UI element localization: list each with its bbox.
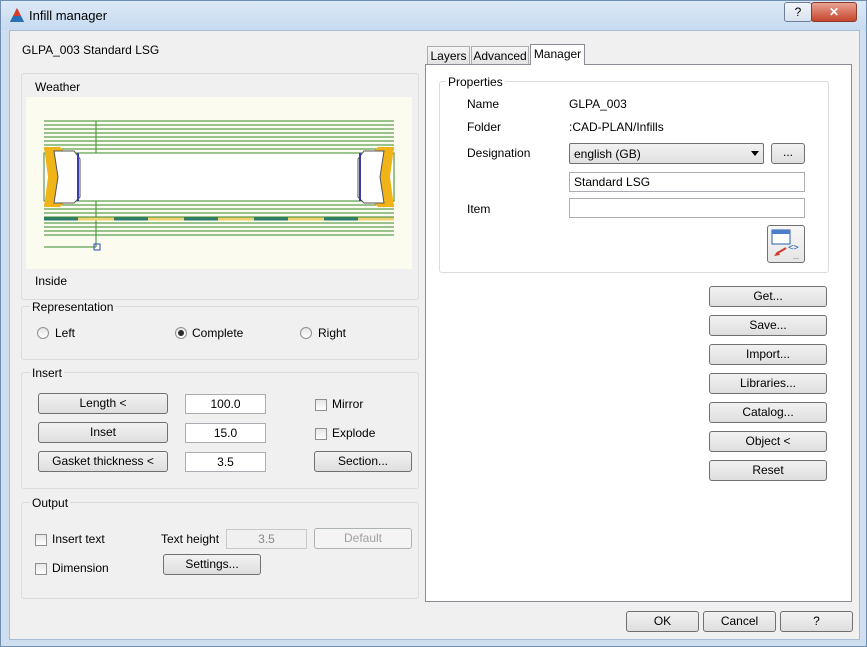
ok-button-label: OK	[653, 614, 672, 628]
object-button[interactable]: Object <	[709, 431, 827, 452]
designation-select[interactable]: english (GB)	[569, 143, 764, 164]
app-logo-icon	[10, 8, 24, 22]
radio-complete[interactable]	[175, 327, 187, 339]
svg-text:<>: <>	[788, 243, 799, 253]
designation-text-input[interactable]: Standard LSG	[569, 172, 805, 192]
output-group: Output Insert text Text height 3.5 Defau…	[21, 496, 419, 599]
folder-label: Folder	[467, 120, 502, 134]
cancel-button-label: Cancel	[720, 614, 759, 628]
infill-title: GLPA_003 Standard LSG	[22, 43, 160, 57]
text-height-label: Text height	[161, 532, 220, 546]
preview-bottom-label: Inside	[35, 274, 68, 288]
title-help-button[interactable]: ?	[784, 2, 812, 22]
radio-right-label: Right	[318, 326, 347, 340]
explode-checkbox[interactable]	[315, 428, 327, 440]
folder-value: :CAD-PLAN/Infills	[569, 120, 664, 134]
title-bar[interactable]: Infill manager ? ✕	[1, 1, 866, 30]
section-button-label: Section...	[337, 454, 389, 468]
settings-button-label: Settings...	[185, 557, 239, 571]
default-button[interactable]: Default	[314, 528, 412, 549]
radio-right[interactable]	[300, 327, 312, 339]
catalog-button[interactable]: Catalog...	[709, 402, 827, 423]
import-button-label: Import...	[745, 347, 790, 361]
infill-section-preview	[26, 97, 412, 269]
item-label: Item	[467, 202, 491, 216]
properties-title: Properties	[446, 75, 505, 89]
get-button[interactable]: Get...	[709, 286, 827, 307]
inset-input[interactable]: 15.0	[185, 423, 266, 443]
inset-button[interactable]: Inset	[38, 422, 168, 443]
get-button-label: Get...	[753, 289, 783, 303]
cancel-button[interactable]: Cancel	[703, 611, 776, 632]
libraries-button[interactable]: Libraries...	[709, 373, 827, 394]
radio-left[interactable]	[37, 327, 49, 339]
length-button-label: Length <	[79, 396, 127, 410]
manager-tab-panel: Properties Name GLPA_003 Folder :CAD-PLA…	[425, 64, 852, 602]
explode-label: Explode	[332, 426, 376, 440]
properties-group: Properties Name GLPA_003 Folder :CAD-PLA…	[439, 75, 829, 273]
ok-button[interactable]: OK	[626, 611, 699, 632]
insert-title: Insert	[30, 366, 65, 380]
inset-button-label: Inset	[89, 425, 116, 439]
reset-button-label: Reset	[752, 463, 784, 477]
preview-top-label: Weather	[35, 80, 81, 94]
name-value: GLPA_003	[569, 97, 627, 111]
import-button[interactable]: Import...	[709, 344, 827, 365]
libraries-button-label: Libraries...	[739, 376, 797, 390]
tab-advanced[interactable]: Advanced	[471, 46, 529, 64]
radio-left-label: Left	[55, 326, 76, 340]
length-input[interactable]: 100.0	[185, 394, 266, 414]
item-input[interactable]	[569, 198, 805, 218]
dialog-client: GLPA_003 Standard LSG Weather Inside Rep…	[9, 30, 860, 640]
help-button[interactable]: ?	[780, 611, 853, 632]
catalog-button-label: Catalog...	[742, 405, 794, 419]
save-button-label: Save...	[749, 318, 787, 332]
representation-group: Representation Left Complete Right	[21, 300, 419, 360]
length-button[interactable]: Length <	[38, 393, 168, 414]
edit-code-icon: <> ...	[771, 229, 799, 261]
designation-label: Designation	[467, 146, 531, 160]
mirror-label: Mirror	[332, 397, 364, 411]
representation-title: Representation	[30, 300, 116, 314]
gasket-thickness-button-label: Gasket thickness <	[52, 454, 154, 468]
close-button[interactable]: ✕	[811, 2, 857, 22]
insert-group: Insert Length < 100.0 Mirror Inset 15.0 …	[21, 366, 419, 489]
insert-text-label: Insert text	[52, 532, 105, 546]
object-button-label: Object <	[745, 434, 791, 448]
default-button-label: Default	[343, 531, 383, 545]
dimension-label: Dimension	[52, 561, 109, 575]
designation-select-value: english (GB)	[574, 147, 641, 161]
edit-properties-button[interactable]: <> ...	[767, 225, 805, 263]
window-title: Infill manager	[29, 8, 108, 23]
help-button-label: ?	[813, 614, 820, 628]
name-label: Name	[467, 97, 500, 111]
insert-text-checkbox[interactable]	[35, 534, 47, 546]
preview-panel: Weather Inside	[21, 73, 419, 300]
text-height-input[interactable]: 3.5	[226, 529, 307, 549]
settings-button[interactable]: Settings...	[163, 554, 261, 575]
gasket-thickness-button[interactable]: Gasket thickness <	[38, 451, 168, 472]
output-title: Output	[30, 496, 71, 510]
gasket-thickness-input[interactable]: 3.5	[185, 452, 266, 472]
tab-layers[interactable]: Layers	[427, 46, 470, 64]
dimension-checkbox[interactable]	[35, 563, 47, 575]
reset-button[interactable]: Reset	[709, 460, 827, 481]
browse-button-label: ...	[782, 145, 793, 159]
designation-browse-button[interactable]: ...	[771, 143, 805, 164]
section-button[interactable]: Section...	[314, 451, 412, 472]
save-button[interactable]: Save...	[709, 315, 827, 336]
svg-text:...: ...	[793, 254, 799, 261]
radio-complete-label: Complete	[192, 326, 244, 340]
infill-manager-window: Infill manager ? ✕ GLPA_003 Standard LSG…	[0, 0, 867, 647]
mirror-checkbox[interactable]	[315, 399, 327, 411]
tab-manager[interactable]: Manager	[530, 44, 585, 65]
chevron-down-icon	[751, 151, 759, 156]
